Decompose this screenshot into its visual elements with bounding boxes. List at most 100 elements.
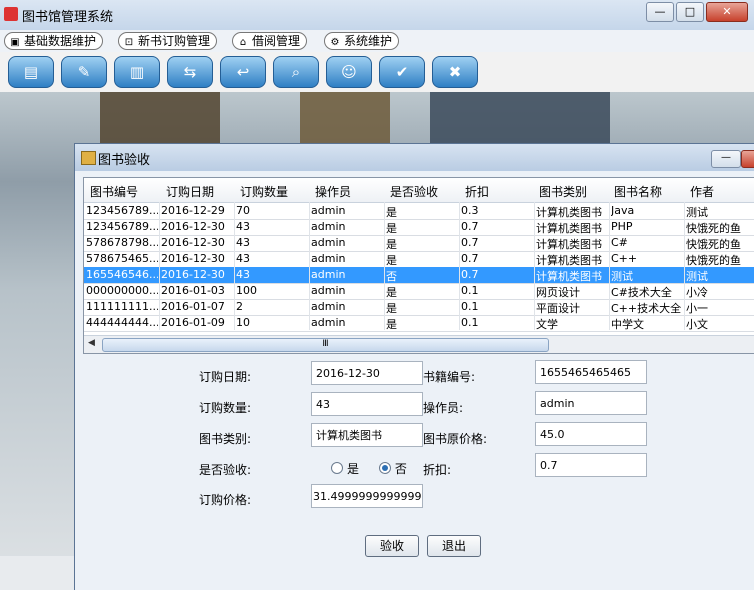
toolbar: ▤ ✎ ▥ ⇆ ↩ ⌕ ☺ ✔ ✖	[0, 52, 754, 92]
table-cell: admin	[311, 316, 346, 329]
table-cell: C#	[611, 236, 628, 249]
book-icon[interactable]: ▤	[8, 56, 54, 88]
table-cell: 444444444...	[86, 316, 158, 329]
scroll-thumb[interactable]: Ⅲ	[102, 338, 549, 352]
exit-icon[interactable]: ✖	[432, 56, 478, 88]
lock-icon: ⌂	[239, 37, 247, 48]
table-cell: C++	[611, 252, 638, 265]
table-row[interactable]: 578678798... 2016-12-30 43 admin 是 0.7 计算机类图书 C…	[84, 235, 754, 252]
column-header[interactable]: 订购日期	[166, 183, 214, 200]
table-cell: 中学文	[611, 318, 644, 331]
table-row[interactable]: 165546546... 2016-12-30 43 admin 否 0.7 计算机类图书测…	[84, 267, 754, 284]
table-cell: 111111111...	[86, 300, 158, 313]
table-cell: 是	[386, 238, 397, 251]
column-header[interactable]: 是否验收	[390, 183, 438, 200]
reader-icon[interactable]: ☺	[326, 56, 372, 88]
table-row[interactable]: 123456789... 2016-12-29 70 admin 是 0.3 计算机类图书 J…	[84, 203, 754, 220]
column-header[interactable]: 订购数量	[240, 183, 288, 200]
order-table[interactable]: 图书编号 订购日期 订购数量 操作员 是否验收 折扣 图书类别 图书名称 作者 …	[83, 177, 754, 354]
table-cell: 平面设计	[536, 302, 580, 315]
operator-field[interactable]: admin	[535, 391, 647, 415]
horizontal-scrollbar[interactable]: ◀ Ⅲ	[84, 335, 754, 353]
table-cell: 快饿死的鱼	[686, 222, 741, 235]
radio-no-label: 否	[394, 462, 407, 476]
exit-button[interactable]: 退出	[427, 535, 481, 557]
column-header[interactable]: 图书名称	[614, 183, 662, 200]
table-cell: admin	[311, 300, 346, 313]
table-cell: 0.1	[461, 284, 479, 297]
menu-borrow-label: 借阅管理	[252, 34, 301, 48]
table-cell: admin	[311, 252, 346, 265]
table-row[interactable]: 111111111... 2016-01-07 2 admin 是 0.1 平面设计 C++技…	[84, 299, 754, 316]
table-cell: 43	[236, 252, 250, 265]
table-cell: 0.3	[461, 204, 479, 217]
table-cell: 2016-01-03	[161, 284, 225, 297]
table-cell: admin	[311, 284, 346, 297]
radio-no-icon	[378, 462, 391, 474]
close-button[interactable]: ✕	[706, 2, 748, 22]
table-cell: 是	[386, 254, 397, 267]
order-price-label: 订购价格:	[199, 493, 252, 507]
minimize-button[interactable]: —	[646, 2, 674, 22]
table-cell: 小冷	[686, 286, 708, 299]
table-cell: 否	[386, 270, 397, 283]
scroll-left-icon[interactable]: ◀	[88, 338, 95, 348]
category-field[interactable]: 计算机类图书	[311, 423, 423, 447]
radio-no[interactable]: 否	[378, 462, 407, 476]
table-cell: 2016-12-29	[161, 204, 225, 217]
table-cell: 2	[236, 300, 243, 313]
radio-yes[interactable]: 是	[331, 462, 359, 476]
menu-new-book-order[interactable]: ⊡ 新书订购管理	[118, 32, 218, 50]
menu-basic-data-label: 基础数据维护	[24, 34, 97, 48]
table-cell: 计算机类图书	[536, 222, 602, 235]
table-cell: 2016-12-30	[161, 236, 225, 249]
table-cell: 123456789...	[86, 220, 158, 233]
order-price-field[interactable]: 31.4999999999999996	[311, 484, 423, 508]
table-row[interactable]: 123456789... 2016-12-30 43 admin 是 0.7 计算机类图书 P…	[84, 219, 754, 236]
table-cell: 计算机类图书	[536, 238, 602, 251]
main-window: 图书馆管理系统 — □ ✕ ▣ 基础数据维护 ⊡ 新书订购管理 ⌂ 借阅管理 ⚙ 系统维…	[0, 0, 754, 590]
search-icon[interactable]: ⌕	[273, 56, 319, 88]
check-icon[interactable]: ✔	[379, 56, 425, 88]
column-header[interactable]: 折扣	[465, 183, 489, 200]
accepted-radio-group: 是 否	[331, 460, 407, 477]
column-header[interactable]: 作者	[690, 183, 714, 200]
quantity-field[interactable]: 43	[311, 392, 423, 416]
table-cell: 0.1	[461, 300, 479, 313]
return-icon[interactable]: ↩	[220, 56, 266, 88]
table-cell: 测试	[686, 270, 708, 283]
accept-button[interactable]: 验收	[365, 535, 419, 557]
table-cell: 2016-01-07	[161, 300, 225, 313]
column-header[interactable]: 图书编号	[90, 183, 138, 200]
book-id-field[interactable]: 1655465465465	[535, 360, 647, 384]
column-header[interactable]: 操作员	[315, 183, 351, 200]
radio-yes-label: 是	[347, 462, 360, 476]
table-cell: 000000000...	[86, 284, 158, 297]
table-cell: 小文	[686, 318, 708, 331]
table-row[interactable]: 444444444... 2016-01-09 10 admin 是 0.1 文学 中学文 小文	[84, 315, 754, 332]
edit-book-icon[interactable]: ✎	[61, 56, 107, 88]
menu-borrow[interactable]: ⌂ 借阅管理	[232, 32, 308, 50]
borrow-icon[interactable]: ⇆	[167, 56, 213, 88]
maximize-button[interactable]: □	[676, 2, 704, 22]
table-cell: 43	[236, 268, 250, 281]
table-row[interactable]: 578675465... 2016-12-30 43 admin 是 0.7 计算机类图书 C…	[84, 251, 754, 268]
table-cell: 计算机类图书	[536, 270, 602, 283]
order-date-field[interactable]: 2016-12-30	[311, 361, 423, 385]
menu-basic-data[interactable]: ▣ 基础数据维护	[4, 32, 104, 50]
category-label: 图书类别:	[199, 432, 252, 446]
table-cell: 计算机类图书	[536, 254, 602, 267]
table-cell: admin	[311, 204, 346, 217]
table-cell: 是	[386, 222, 397, 235]
dialog-minimize-button[interactable]: —	[711, 150, 741, 168]
table-cell: 2016-12-30	[161, 252, 225, 265]
original-price-field[interactable]: 45.0	[535, 422, 647, 446]
menu-system[interactable]: ⚙ 系统维护	[324, 32, 400, 50]
books-icon[interactable]: ▥	[114, 56, 160, 88]
accepted-label: 是否验收:	[199, 463, 252, 477]
discount-field[interactable]: 0.7	[535, 453, 647, 477]
column-header[interactable]: 图书类别	[539, 183, 587, 200]
table-row[interactable]: 000000000... 2016-01-03 100 admin 是 0.1 网页设计 C#…	[84, 283, 754, 300]
menu-new-book-order-label: 新书订购管理	[138, 34, 211, 48]
dialog-close-button[interactable]	[741, 150, 754, 168]
